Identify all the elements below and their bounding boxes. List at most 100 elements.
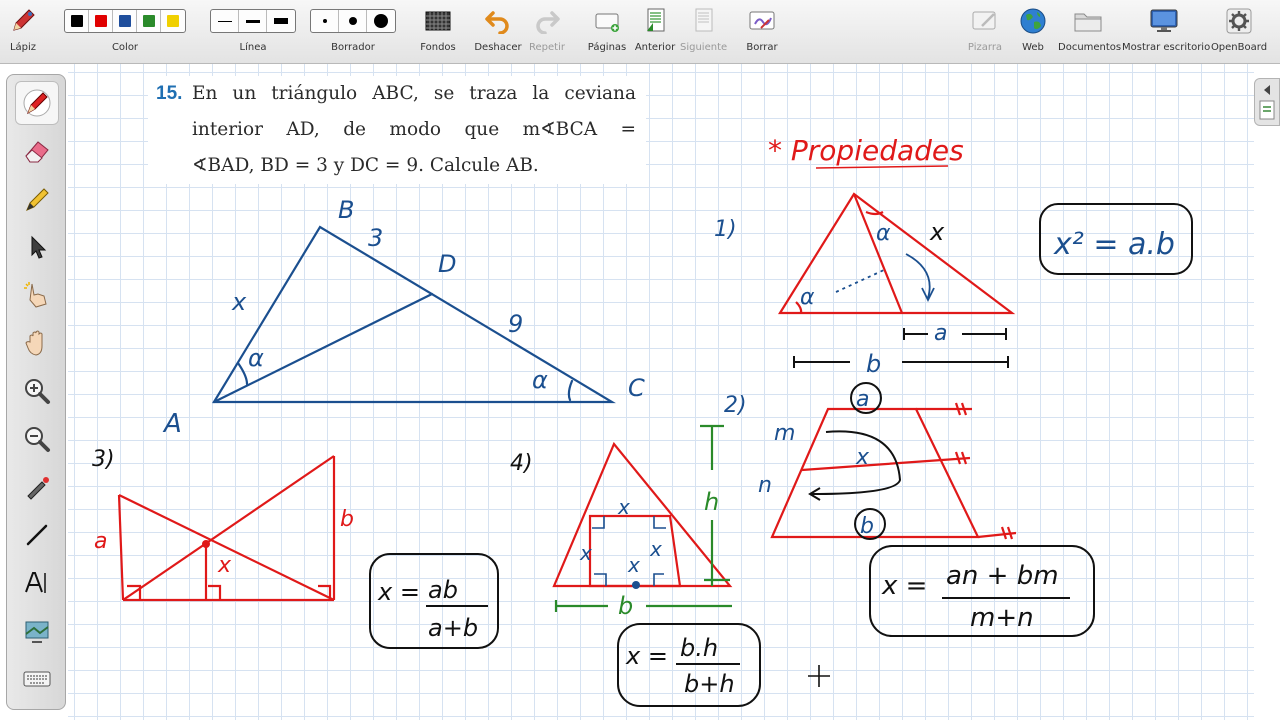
p1-seg-a-label: a [934, 321, 947, 346]
redo-button[interactable]: Repetir [526, 0, 568, 64]
zoom-out-icon [25, 427, 50, 452]
vertex-c-label: C [628, 374, 645, 402]
angle-mark-c [567, 379, 574, 402]
p4-base-dimension [554, 600, 732, 612]
p1-angle-top [865, 210, 884, 216]
monitor-icon [1150, 9, 1178, 32]
p3-diagonal-1 [118, 494, 335, 601]
undo-arrow-icon [485, 11, 509, 34]
p1-side-x-label: x [929, 218, 945, 246]
color-black-swatch[interactable] [65, 10, 89, 32]
next-page-icon [695, 8, 713, 32]
right-dock-collapsed[interactable] [1254, 78, 1280, 126]
p3-mid-x-label: x [217, 553, 232, 578]
text-tool-icon [25, 572, 46, 593]
p3-formula-num: ab [428, 576, 458, 604]
pencil-icon [13, 9, 35, 31]
handwritten-annotations: B 3 D x 9 α α C A * Propiedades 1) α α x… [92, 134, 1193, 707]
openboard-menu-button[interactable]: OpenBoard [1210, 0, 1268, 64]
p4-square-bottom-label: x [627, 553, 640, 577]
p1-angle-left-label: α [800, 285, 815, 310]
whiteboard-canvas[interactable]: 15. En un triángulo ABC, se traza la cev… [68, 64, 1254, 720]
clear-board-button[interactable]: Borrar [742, 0, 782, 64]
palette-text-tool[interactable] [15, 561, 59, 605]
palette-keyboard-tool[interactable] [15, 657, 59, 701]
whiteboard-icon [972, 11, 996, 30]
previous-page-button[interactable]: Anterior [634, 0, 676, 64]
color-green-swatch[interactable] [137, 10, 161, 32]
folder-icon [1074, 13, 1102, 32]
p2-formula-lhs: x = [881, 571, 927, 601]
line-medium-option[interactable] [239, 10, 267, 32]
p4-base-label: b [618, 592, 633, 620]
eraser-small-option[interactable] [311, 10, 339, 32]
p4-formula-den: b+h [684, 670, 735, 698]
keyboard-icon [23, 671, 51, 687]
hand-pan-icon [25, 330, 43, 356]
property-1-figure: 1) α α x a b x² = a.b [714, 192, 1193, 378]
whiteboard-mode-button[interactable]: Pizarra [964, 0, 1006, 64]
eraser-icon [25, 141, 49, 163]
clear-board-icon [749, 11, 775, 30]
p4-square-right-label: x [649, 537, 662, 561]
pencil-tool-button[interactable]: Lápiz [6, 0, 40, 64]
side-ab-label: x [231, 288, 247, 316]
eraser-size-selector: Borrador [310, 0, 396, 64]
palette-line-tool[interactable] [15, 513, 59, 557]
p3-formula-lhs: x = [377, 578, 420, 606]
undo-button[interactable]: Deshacer [474, 0, 522, 64]
p3-side-b-label: b [340, 507, 354, 532]
property-3-label: 3) [92, 447, 115, 472]
p4-formula-lhs: x = [625, 642, 668, 670]
collapse-arrow-icon [1259, 85, 1275, 120]
show-desktop-button[interactable]: Mostrar escritorio [1122, 0, 1210, 64]
p3-right-angle-marks [127, 584, 332, 600]
palette-zoom-out-tool[interactable] [15, 417, 59, 461]
property-4-figure: 4) x x x x h b x = b.h b+h [510, 424, 761, 707]
color-blue-swatch[interactable] [113, 10, 137, 32]
highlighter-icon [26, 188, 49, 211]
next-page-button[interactable]: Siguiente [680, 0, 727, 64]
p2-formula-den: m+n [970, 603, 1034, 633]
p2-base-a-label: a [856, 387, 869, 412]
p2-trapezoid [770, 407, 980, 539]
globe-icon [1020, 8, 1046, 34]
p2-seg-m-label: m [774, 421, 795, 446]
palette-hand-tool[interactable] [15, 321, 59, 365]
vertex-a-label: A [162, 409, 182, 439]
documents-mode-button[interactable]: Documentos [1058, 0, 1121, 64]
color-yellow-swatch[interactable] [161, 10, 185, 32]
palette-laser-pointer-tool[interactable] [15, 465, 59, 509]
palette-interact-tool[interactable] [15, 273, 59, 317]
p3-formula-den: a+b [428, 614, 478, 642]
p2-top-extension [916, 402, 972, 416]
palette-highlighter-tool[interactable] [15, 177, 59, 221]
line-thin-option[interactable] [211, 10, 239, 32]
p3-side-a-label: a [94, 529, 107, 554]
line-thick-option[interactable] [267, 10, 295, 32]
palette-select-tool[interactable] [15, 225, 59, 269]
p2-formula-num: an + bm [946, 561, 1059, 591]
main-triangle-figure [212, 225, 616, 404]
color-selector: Color [56, 0, 194, 64]
eraser-medium-option[interactable] [339, 10, 367, 32]
palette-zoom-in-tool[interactable] [15, 369, 59, 413]
pen-icon [23, 89, 51, 117]
arrow-pointer-icon [31, 235, 47, 259]
color-red-swatch[interactable] [89, 10, 113, 32]
pointing-hand-icon [24, 282, 47, 308]
eraser-large-option[interactable] [367, 10, 395, 32]
palette-pen-tool[interactable] [15, 81, 59, 125]
zoom-in-icon [25, 379, 50, 404]
p4-formula-num: b.h [680, 634, 718, 662]
palette-eraser-tool[interactable] [15, 129, 59, 173]
web-mode-button[interactable]: Web [1014, 0, 1052, 64]
palette-capture-tool[interactable] [15, 609, 59, 653]
line-width-selector: Línea [210, 0, 296, 64]
p1-seg-a-dimension [903, 328, 1007, 340]
backgrounds-button[interactable]: Fondos [414, 0, 462, 64]
side-bd-label: 3 [368, 224, 383, 252]
p2-seg-n-label: n [758, 473, 772, 498]
pages-button[interactable]: Páginas [586, 0, 628, 64]
new-page-icon [595, 13, 619, 32]
